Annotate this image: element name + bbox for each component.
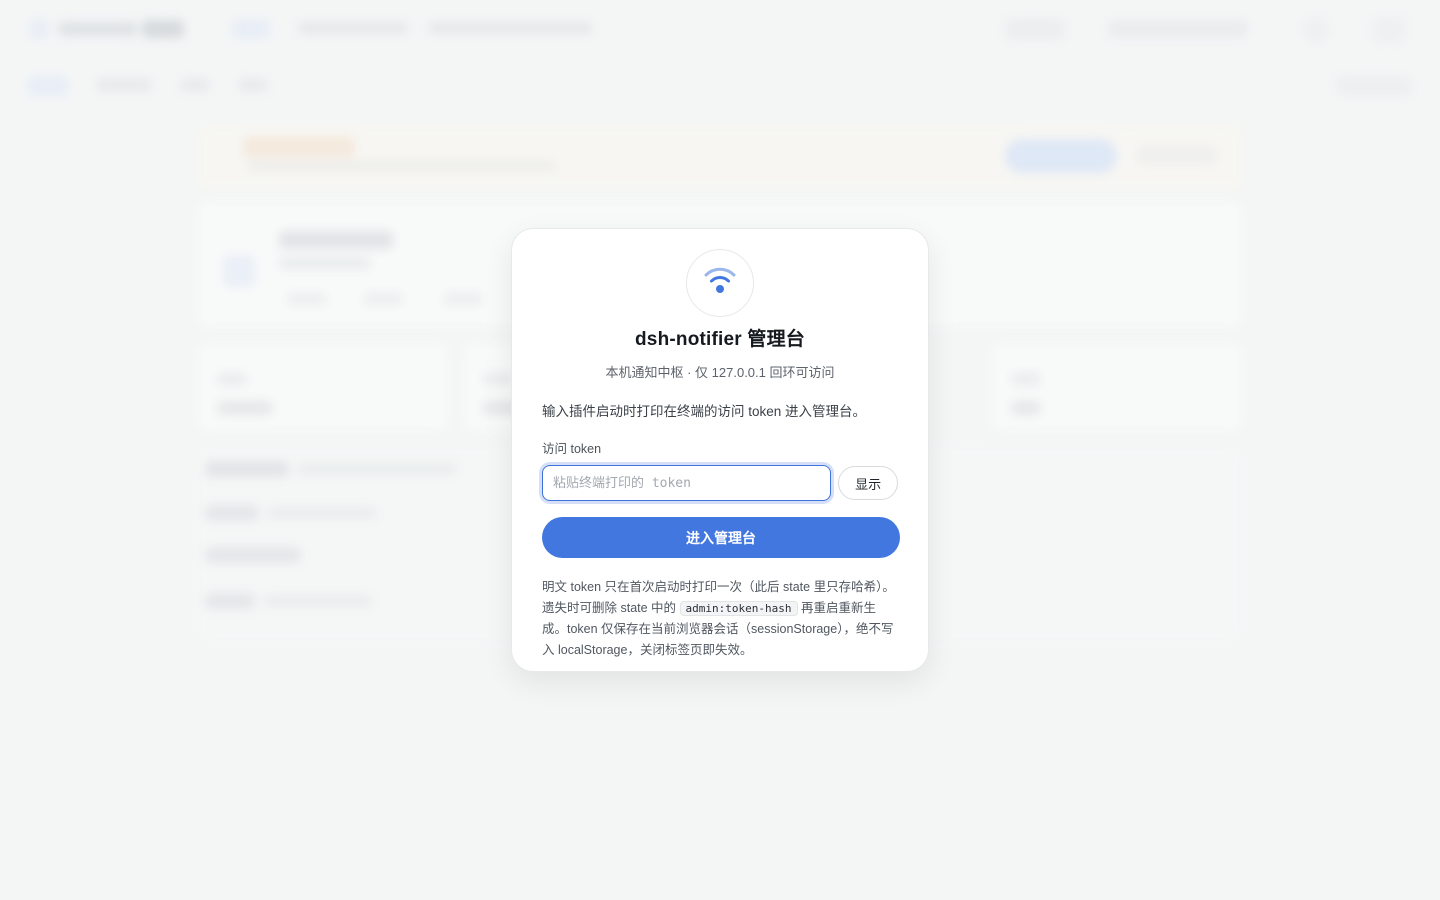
enter-admin-button[interactable]: 进入管理台 bbox=[542, 517, 900, 558]
token-input[interactable] bbox=[542, 465, 832, 501]
logo-badge bbox=[686, 249, 754, 317]
token-hash-key: admin:token-hash bbox=[679, 600, 798, 616]
token-row: 显示 bbox=[542, 465, 898, 501]
login-card: dsh-notifier 管理台 本机通知中枢 · 仅 127.0.0.1 回环… bbox=[511, 228, 929, 672]
wifi-signal-icon bbox=[703, 266, 737, 301]
show-token-button[interactable]: 显示 bbox=[838, 466, 898, 500]
login-intro: 输入插件启动时打印在终端的访问 token 进入管理台。 bbox=[542, 404, 867, 419]
token-note: 明文 token 只在首次启动时打印一次（此后 state 里只存哈希）。遗失时… bbox=[542, 577, 898, 660]
token-label: 访问 token bbox=[542, 442, 602, 456]
app-subtitle: 本机通知中枢 · 仅 127.0.0.1 回环可访问 bbox=[605, 365, 835, 380]
app-title: dsh-notifier 管理台 bbox=[635, 329, 805, 350]
